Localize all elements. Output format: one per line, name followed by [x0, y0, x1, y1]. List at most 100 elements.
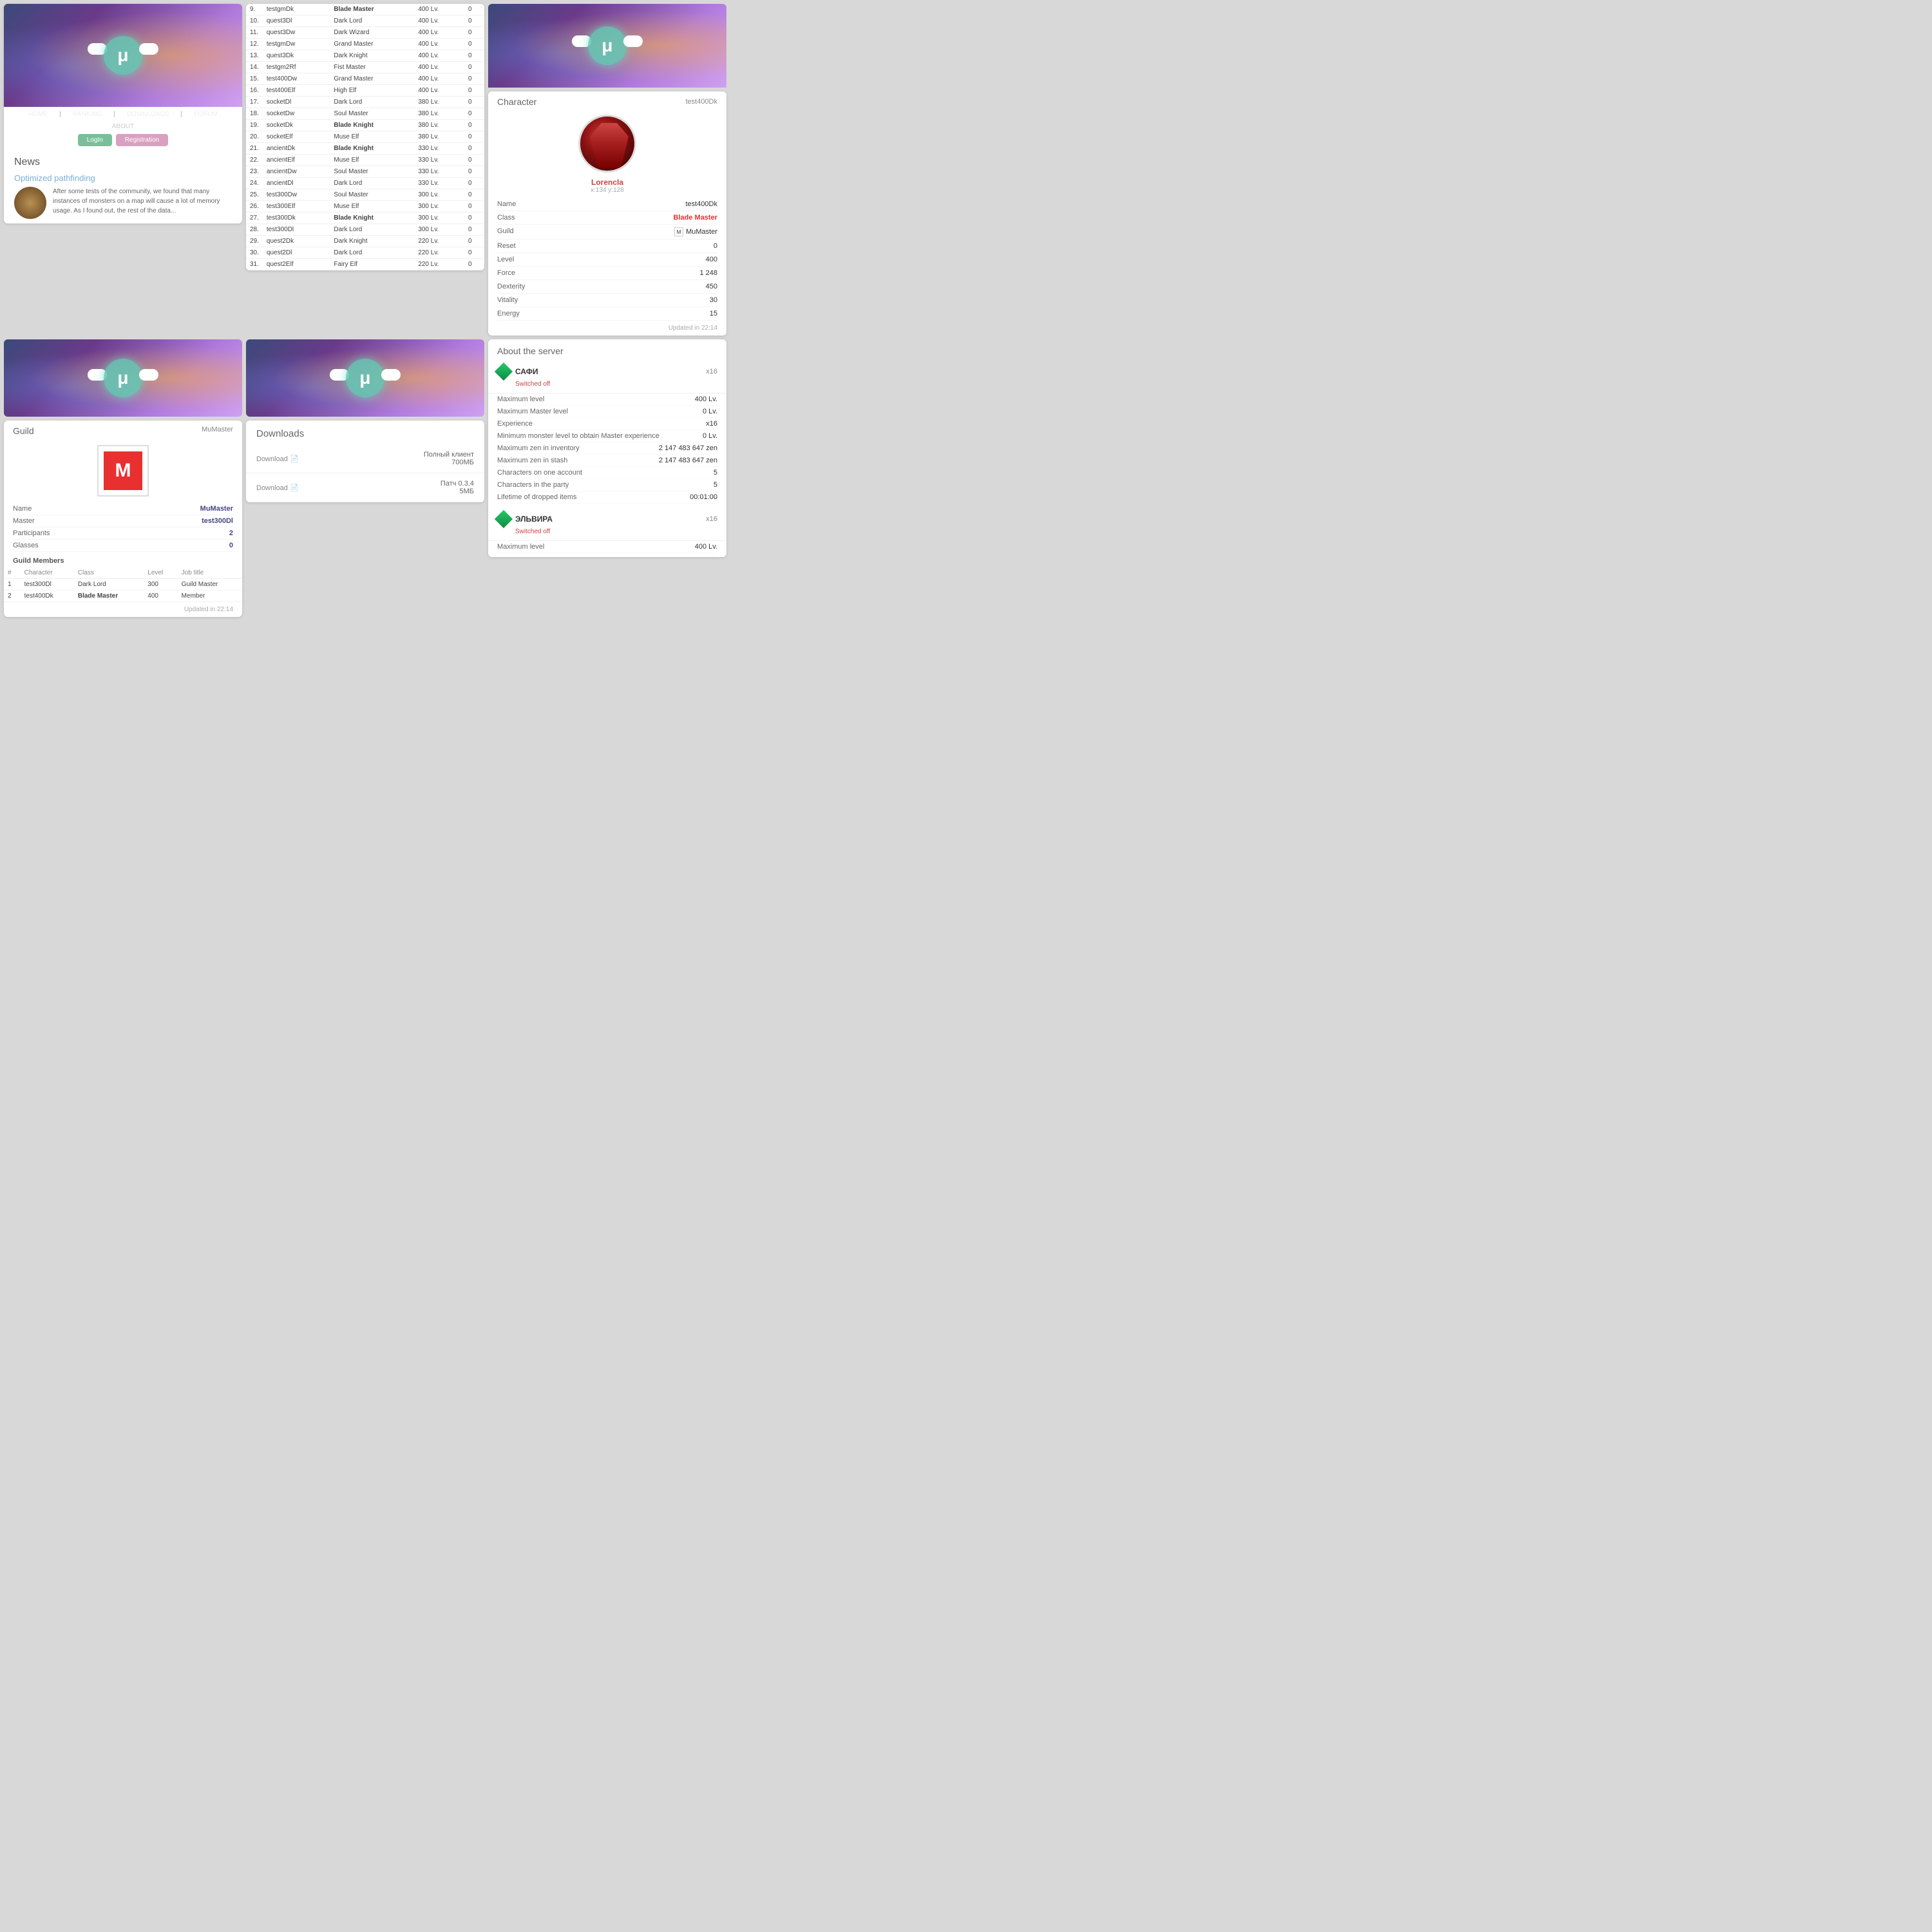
stat-value: 450: [706, 283, 717, 290]
ranking-row: 18. socketDw Soul Master 380 Lv. 0: [246, 108, 484, 120]
char-stat-row: Force1 248: [497, 267, 717, 280]
rank-class: Dark Lord: [330, 178, 414, 189]
guild-panel: Guild MuMaster Name MuMasterMaster test3…: [4, 421, 242, 617]
server-stat-label: Maximum Master level: [497, 408, 568, 415]
rank-player-name: test400Elf: [263, 85, 330, 97]
rank-score: 0: [464, 189, 484, 201]
ranking-panel: 9. testgmDk Blade Master 400 Lv. 0 10. q…: [246, 4, 484, 270]
char-avatar-wrap: [488, 109, 726, 178]
character-panel: Character test400Dk LorencIa x:134 y:128…: [488, 91, 726, 336]
nav-ranking[interactable]: RANKING: [69, 109, 106, 119]
rank-score: 0: [464, 143, 484, 155]
rank-player-name: quest2Dk: [263, 236, 330, 247]
news-text: After some tests of the community, we fo…: [14, 187, 232, 216]
dl-header: Downloads: [246, 421, 484, 444]
rank-player-name: test300Elf: [263, 201, 330, 213]
cloud-right-2: [139, 369, 158, 381]
rank-class: Blade Knight: [330, 120, 414, 131]
nav-bar: HOME | RANKING | DOWNLOADS | FORUM: [4, 107, 242, 122]
news-section: News Optimized pathfinding After some te…: [4, 149, 242, 223]
login-button[interactable]: LogIn: [78, 134, 112, 146]
rank-number: 30.: [246, 247, 263, 259]
dl-title: Downloads: [256, 428, 474, 439]
rank-number: 28.: [246, 224, 263, 236]
rank-score: 0: [464, 50, 484, 62]
download-info: Полный клиент 700МБ: [424, 451, 474, 466]
char-name: LorencIa: [488, 178, 726, 187]
server-stat-row: Minimum monster level to obtain Master e…: [497, 430, 717, 442]
ranking-row: 17. socketDl Dark Lord 380 Lv. 0: [246, 97, 484, 108]
nav-forum[interactable]: FORUM: [190, 109, 222, 119]
guild-stat-label: Master: [13, 517, 35, 525]
rank-class: Soul Master: [330, 166, 414, 178]
rank-number: 25.: [246, 189, 263, 201]
char-username: test400Dk: [685, 98, 717, 106]
rank-score: 0: [464, 166, 484, 178]
rank-level: 300 Lv.: [414, 213, 464, 224]
stat-value: 0: [714, 242, 717, 250]
rank-score: 0: [464, 259, 484, 270]
diamond-icon: [495, 510, 513, 528]
ranking-row: 16. test400Elf High Elf 400 Lv. 0: [246, 85, 484, 97]
rank-score: 0: [464, 247, 484, 259]
char-stat-row: Guild MMuMaster: [497, 225, 717, 240]
rank-class: Blade Knight: [330, 213, 414, 224]
members-col-header: Job title: [178, 567, 242, 579]
ranking-row: 29. quest2Dk Dark Knight 220 Lv. 0: [246, 236, 484, 247]
rank-score: 0: [464, 97, 484, 108]
server-entry: САФИ x16 Switched off Maximum level 400 …: [488, 360, 726, 507]
rank-class: Muse Elf: [330, 131, 414, 143]
hero-banner-3: μ: [246, 339, 484, 417]
guild-title: Guild: [13, 426, 34, 436]
members-col-header: Character: [21, 567, 74, 579]
ranking-row: 27. test300Dk Blade Knight 300 Lv. 0: [246, 213, 484, 224]
server-stat-row: Characters in the party 5: [497, 479, 717, 491]
rank-level: 220 Lv.: [414, 236, 464, 247]
stat-value: 1 248: [699, 269, 717, 277]
server-header: About the server: [488, 339, 726, 360]
top-banner-panel: μ HOME | RANKING | DOWNLOADS | FORUM ABO…: [4, 4, 242, 223]
rank-level: 220 Lv.: [414, 259, 464, 270]
guild-stat-row: Master test300Dl: [13, 515, 233, 527]
members-col-header: Class: [74, 567, 144, 579]
rank-number: 13.: [246, 50, 263, 62]
ranking-row: 15. test400Dw Grand Master 400 Lv. 0: [246, 73, 484, 85]
server-stat-value: 400 Lv.: [695, 543, 717, 551]
server-stat-label: Maximum zen in inventory: [497, 444, 580, 452]
rank-number: 19.: [246, 120, 263, 131]
rank-level: 220 Lv.: [414, 247, 464, 259]
server-panel: About the server САФИ x16 Switched off M…: [488, 339, 726, 557]
nav-downloads[interactable]: DOWNLOADS: [123, 109, 173, 119]
member-row: 2 test400Dk Blade Master 400 Member: [4, 591, 242, 602]
download-desc-line2: 5МБ: [440, 488, 474, 495]
member-row: 1 test300Dl Dark Lord 300 Guild Master: [4, 579, 242, 591]
logo-badge-char: μ: [588, 26, 627, 65]
rank-level: 300 Lv.: [414, 201, 464, 213]
nav-home[interactable]: HOME: [24, 109, 52, 119]
server-stat-row: Maximum zen in stash 2 147 483 647 zen: [497, 455, 717, 467]
server-name-row: ЭЛЬВИРА x16: [497, 513, 717, 526]
server-multiplier: x16: [706, 515, 717, 523]
rank-level: 400 Lv.: [414, 4, 464, 15]
download-link[interactable]: Download 📄: [256, 455, 299, 463]
register-button[interactable]: Registration: [116, 134, 168, 146]
member-job: Member: [178, 591, 242, 602]
server-stats: Maximum level 400 Lv.: [488, 541, 726, 557]
ranking-row: 21. ancientDk Blade Knight 330 Lv. 0: [246, 143, 484, 155]
server-stat-label: Maximum level: [497, 395, 544, 403]
download-info: Патч 0.3.4 5МБ: [440, 480, 474, 495]
stat-label: Energy: [497, 310, 520, 317]
member-class: Blade Master: [74, 591, 144, 602]
rank-score: 0: [464, 15, 484, 27]
download-link[interactable]: Download 📄: [256, 484, 299, 492]
char-stat-row: Reset0: [497, 240, 717, 253]
server-name: ЭЛЬВИРА: [515, 515, 553, 524]
rank-number: 11.: [246, 27, 263, 39]
rank-class: Dark Lord: [330, 247, 414, 259]
rank-score: 0: [464, 39, 484, 50]
hero-banner-char: μ: [488, 4, 726, 88]
rank-score: 0: [464, 85, 484, 97]
server-entry-header: ЭЛЬВИРА x16 Switched off: [488, 507, 726, 541]
rank-player-name: test300Dl: [263, 224, 330, 236]
rank-level: 380 Lv.: [414, 131, 464, 143]
